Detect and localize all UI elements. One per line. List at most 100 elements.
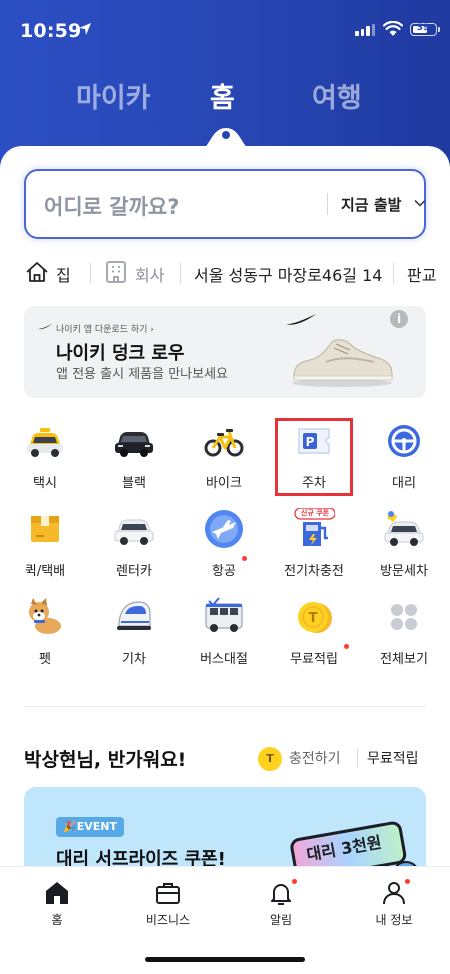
service-label: 펫	[39, 652, 51, 667]
train-icon	[117, 601, 151, 630]
service-ev-charging[interactable]: 신규 쿠폰 전기차충전	[271, 508, 357, 588]
service-taxi[interactable]: 택시	[2, 420, 88, 500]
ad-title: 나이키 덩크 로우	[56, 343, 185, 364]
nav-label: 홈	[51, 913, 63, 927]
status-bar: 10:59 39	[0, 0, 450, 56]
service-label: 퀵/택배	[24, 564, 66, 579]
delivery-box-icon	[31, 516, 59, 542]
service-pet[interactable]: 펫	[2, 596, 88, 676]
notification-dot	[405, 879, 410, 884]
service-grid: 택시 블랙 바이크 P 주차 대리 퀵/택배 렌터카 항공 신규 쿠폰 전기차충…	[0, 420, 450, 680]
departure-time-select[interactable]: 지금 출발	[341, 194, 401, 215]
service-label: 항공	[212, 564, 236, 579]
t-coin-icon: T	[258, 747, 282, 771]
nav-business[interactable]: 비즈니스	[128, 879, 208, 939]
nav-label: 내 정보	[375, 913, 413, 927]
free-points-link[interactable]: 무료적립	[367, 748, 419, 768]
destination-search[interactable]: 어디로 갈까요? 지금 출발	[24, 169, 426, 239]
charge-button[interactable]: 충전하기	[289, 748, 341, 768]
battery-cap	[438, 27, 440, 32]
info-icon[interactable]: i	[390, 310, 408, 328]
battery-level: 39	[416, 23, 430, 33]
service-bus-charter[interactable]: 버스대절	[181, 596, 267, 676]
taxi-icon	[27, 428, 63, 457]
driver-wheel-icon	[388, 425, 420, 457]
section-divider	[24, 706, 426, 707]
sneaker-image	[292, 339, 393, 387]
service-bike[interactable]: 바이크	[181, 420, 267, 500]
service-label: 대리	[392, 476, 416, 491]
service-all[interactable]: 전체보기	[361, 596, 447, 676]
home-icon	[46, 882, 68, 904]
rental-car-icon	[114, 519, 154, 545]
nav-my-info[interactable]: 내 정보	[354, 879, 434, 939]
main-tabs: 마이카 홈 여행	[0, 76, 450, 116]
briefcase-icon	[156, 883, 180, 904]
status-time: 10:59	[20, 20, 82, 42]
active-tab-indicator	[222, 131, 230, 139]
search-input[interactable]: 어디로 갈까요?	[44, 191, 179, 221]
place-office[interactable]: 회사	[135, 262, 164, 286]
location-arrow-icon	[79, 23, 91, 35]
nike-logo	[286, 314, 316, 325]
bell-icon	[271, 884, 291, 905]
service-rental-car[interactable]: 렌터카	[91, 508, 177, 588]
office-place-icon	[106, 261, 126, 283]
service-label: 버스대절	[200, 652, 248, 667]
service-label: 전기차충전	[284, 564, 344, 579]
nav-label: 비즈니스	[145, 913, 191, 927]
notification-dot	[292, 879, 297, 884]
saved-places: 집 회사 서울 성동구 마장로46길 14 판교	[0, 254, 450, 290]
battery-icon: 39	[410, 23, 437, 36]
tab-home[interactable]: 홈	[210, 76, 235, 115]
service-free-points[interactable]: T 무료적립	[271, 596, 357, 676]
service-label: 기차	[122, 652, 146, 667]
service-label: 바이크	[206, 476, 242, 491]
search-divider	[327, 193, 328, 215]
profile-icon	[383, 882, 405, 905]
place-separator	[393, 263, 394, 283]
ad-subtitle: 앱 전용 출시 제품을 만나보세요	[56, 367, 229, 382]
service-label: 무료적립	[290, 652, 338, 667]
nike-ad-banner[interactable]: 나이키 앱 다운로드 하기 › 나이키 덩크 로우 앱 전용 출시 제품을 만나…	[24, 306, 426, 398]
service-train[interactable]: 기차	[91, 596, 177, 676]
airplane-icon	[205, 510, 243, 548]
black-car-icon	[115, 432, 153, 457]
service-label: 블랙	[122, 476, 146, 491]
event-badge: 🎉EVENT	[56, 817, 124, 837]
service-label: 택시	[33, 476, 57, 491]
service-car-wash[interactable]: 방문세차	[361, 508, 447, 588]
service-flight[interactable]: 항공	[181, 508, 267, 588]
greeting-separator	[357, 749, 358, 767]
tab-mycar[interactable]: 마이카	[76, 76, 151, 115]
place-recent-address[interactable]: 서울 성동구 마장로46길 14	[194, 262, 382, 286]
service-driver[interactable]: 대리	[361, 420, 447, 500]
service-label: 렌터카	[116, 564, 152, 579]
bike-icon	[204, 429, 244, 457]
highlight-box	[275, 418, 353, 496]
service-black[interactable]: 블랙	[91, 420, 177, 500]
new-coupon-badge: 신규 쿠폰	[300, 509, 330, 517]
bus-icon	[205, 597, 243, 632]
service-label: 전체보기	[380, 652, 428, 667]
place-separator	[90, 263, 91, 283]
nav-home[interactable]: 홈	[17, 879, 97, 939]
nav-label: 알림	[269, 913, 293, 927]
service-quick-delivery[interactable]: 퀵/택배	[2, 508, 88, 588]
pet-icon	[29, 598, 61, 634]
wifi-icon	[383, 21, 403, 36]
place-home[interactable]: 집	[56, 262, 71, 286]
home-place-icon	[26, 262, 48, 282]
nav-notifications[interactable]: 알림	[241, 879, 321, 939]
signal-icon	[355, 24, 375, 36]
greeting-text: 박상현님, 반가워요!	[24, 749, 187, 771]
nike-logo-small	[38, 324, 52, 330]
place-pangyo[interactable]: 판교	[407, 262, 436, 286]
service-label: 방문세차	[380, 564, 428, 579]
tab-travel[interactable]: 여행	[312, 76, 362, 115]
all-view-icon	[391, 604, 417, 630]
car-wash-icon	[384, 511, 424, 546]
place-separator	[180, 263, 181, 283]
coin-icon: T	[298, 602, 332, 633]
ad-caption: 나이키 앱 다운로드 하기 ›	[56, 325, 154, 335]
